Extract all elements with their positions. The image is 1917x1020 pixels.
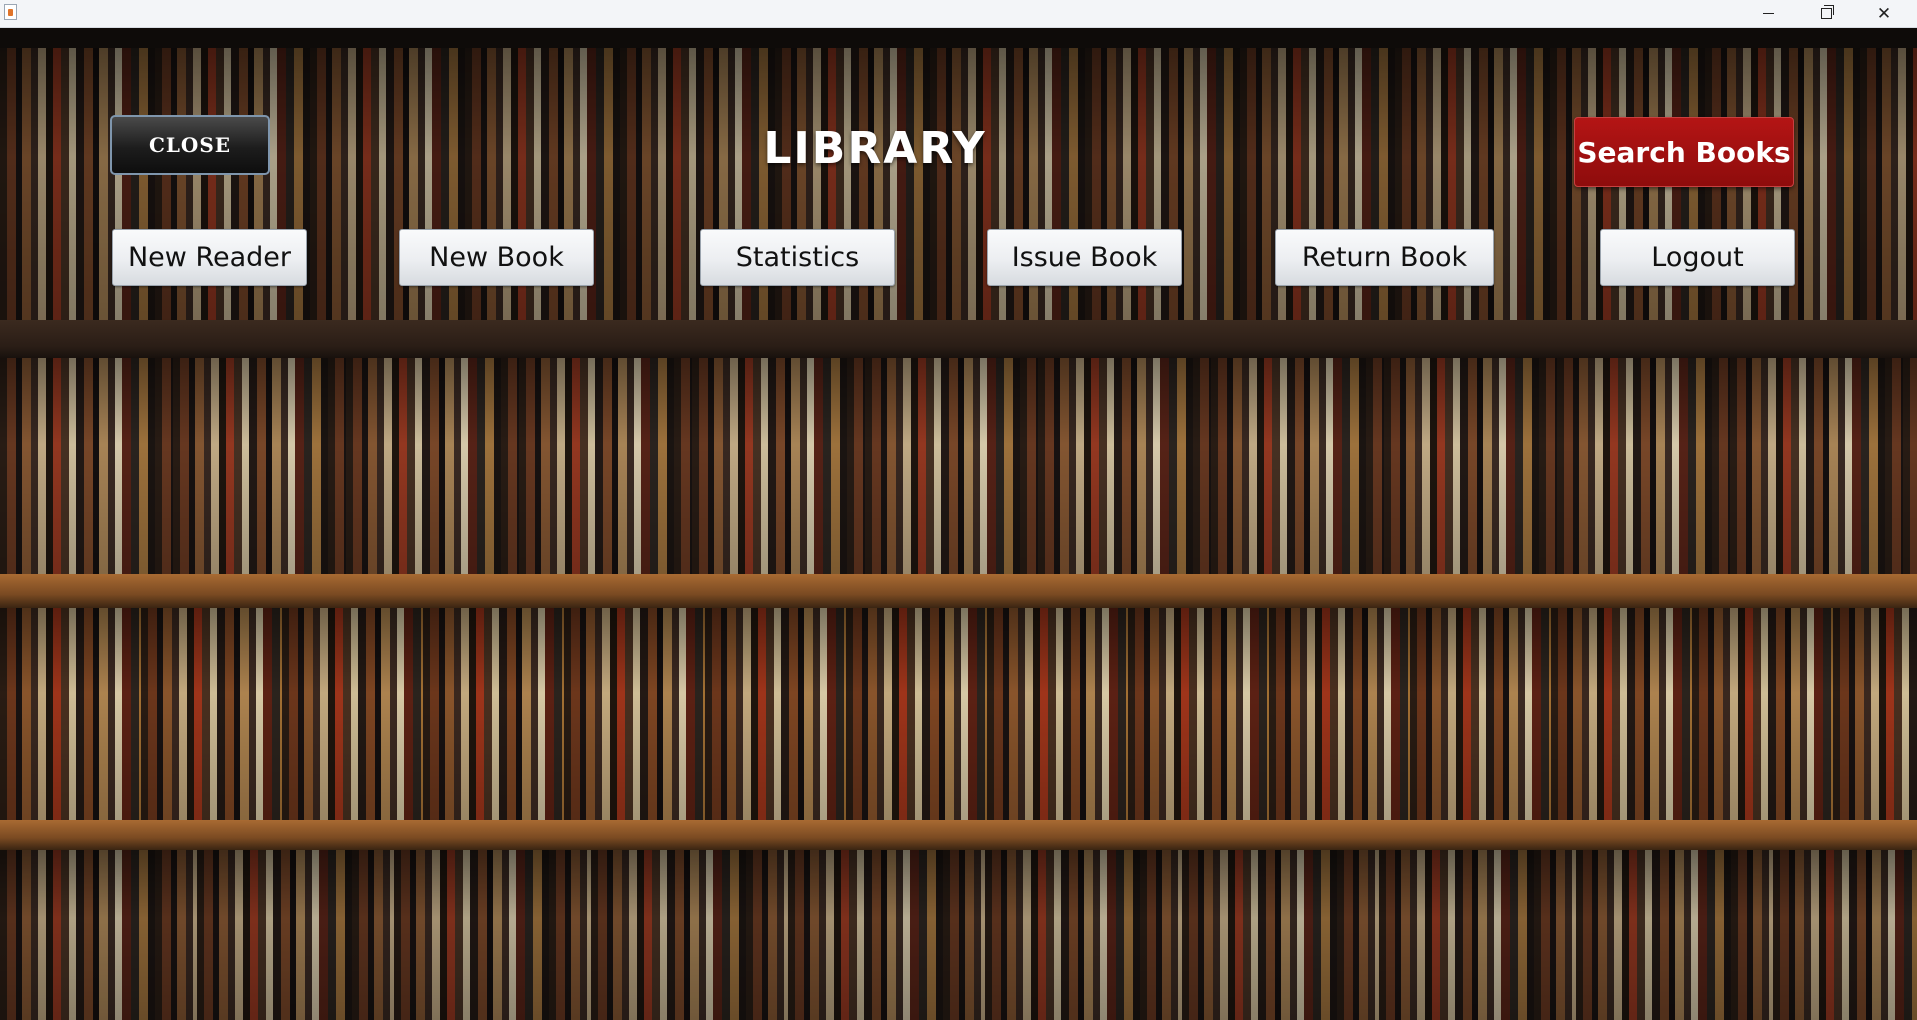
statistics-button[interactable]: Statistics [700, 229, 895, 286]
window-close-button[interactable]: ✕ [1855, 0, 1913, 27]
restore-icon [1820, 5, 1834, 19]
logout-button[interactable]: Logout [1600, 229, 1795, 286]
restore-button[interactable] [1797, 0, 1855, 27]
shelf-board [0, 574, 1917, 608]
window-title-bar: ✕ [0, 0, 1917, 28]
new-book-button[interactable]: New Book [399, 229, 594, 286]
bookshelf-row-middle [0, 358, 1917, 574]
bookshelf-row-lower [0, 608, 1917, 820]
new-reader-button[interactable]: New Reader [112, 229, 307, 286]
shelf-board [0, 320, 1917, 358]
bookshelf-row-bottom [0, 850, 1917, 1020]
close-icon: ✕ [1876, 3, 1892, 24]
shelf-board [0, 820, 1917, 850]
search-books-button[interactable]: Search Books [1574, 117, 1794, 187]
background-top-shadow [0, 28, 1917, 50]
return-book-button[interactable]: Return Book [1275, 229, 1494, 286]
minimize-icon [1762, 13, 1774, 14]
issue-book-button[interactable]: Issue Book [987, 229, 1182, 286]
minimize-button[interactable] [1739, 0, 1797, 27]
java-app-icon [4, 4, 17, 20]
page-title: LIBRARY [763, 122, 987, 174]
close-button[interactable]: CLOSE [110, 115, 270, 175]
